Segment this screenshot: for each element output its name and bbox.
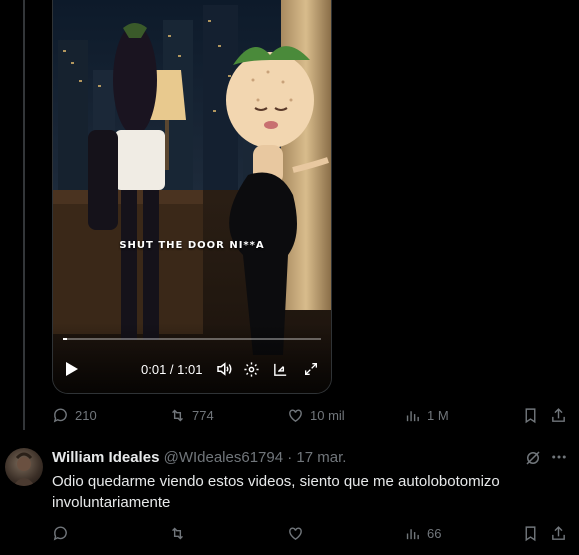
dock-button[interactable] (269, 358, 291, 380)
retweet-icon (172, 527, 183, 539)
post-date[interactable]: 17 mar. (296, 449, 346, 466)
video-time: 0:01 / 1:01 (141, 361, 203, 377)
gear-icon (243, 361, 259, 377)
volume-button[interactable] (213, 358, 235, 380)
retweet-icon (172, 409, 183, 421)
thread-line (23, 0, 25, 430)
retweet-count: 774 (192, 407, 214, 423)
fullscreen-button[interactable] (300, 358, 322, 380)
author-name[interactable]: William Ideales (52, 449, 159, 466)
more-icon (552, 455, 566, 459)
reply-share-button[interactable] (550, 525, 567, 542)
reply-button[interactable]: 210 (52, 407, 97, 424)
bookmark-button[interactable] (522, 407, 539, 424)
like-count: 10 mil (310, 407, 345, 423)
grok-icon (526, 451, 540, 465)
reply-header: William Ideales @WIdeales61794 · 17 mar. (52, 449, 346, 466)
more-options-button[interactable] (550, 448, 568, 471)
reply-retweet-button[interactable] (169, 525, 192, 542)
share-icon (552, 525, 565, 540)
video-player[interactable]: SHUT THE DOOR NI**A 0:01 / 1:01 (52, 0, 332, 394)
views-icon (406, 528, 419, 539)
dock-icon (273, 363, 286, 376)
reply-bookmark-button[interactable] (522, 525, 539, 542)
play-button[interactable] (65, 358, 83, 380)
reply-views-button[interactable]: 66 (404, 525, 441, 542)
settings-button[interactable] (240, 358, 262, 380)
share-icon (552, 407, 565, 422)
video-progress-fill (63, 338, 68, 340)
reply-text: Odio quedarme viendo estos videos, sient… (52, 473, 500, 511)
like-button[interactable]: 10 mil (287, 407, 345, 424)
bookmark-icon (525, 407, 536, 423)
author-handle[interactable]: @WIdeales61794 (164, 449, 283, 466)
separator-dot: · (287, 449, 293, 466)
video-progress-bar[interactable] (63, 338, 321, 340)
reply-icon (53, 526, 67, 540)
reply-like-button[interactable] (287, 525, 310, 542)
tweet-action-bar: 210 774 10 mil 1 M (52, 400, 579, 430)
reply-count: 210 (75, 407, 97, 423)
heart-icon (289, 526, 302, 540)
play-icon (66, 362, 78, 376)
views-button[interactable]: 1 M (404, 407, 449, 424)
views-count: 1 M (427, 407, 449, 423)
reply-action-bar: 66 (52, 518, 579, 548)
grok-button[interactable] (524, 449, 542, 467)
reply-icon (53, 408, 67, 422)
avatar-image (13, 452, 35, 486)
reply-reply-button[interactable] (52, 525, 75, 542)
share-button[interactable] (550, 407, 567, 424)
volume-icon (217, 362, 232, 376)
views-icon (406, 410, 419, 421)
avatar[interactable] (5, 448, 43, 486)
retweet-button[interactable]: 774 (169, 407, 214, 424)
video-subtitle: SHUT THE DOOR NI**A (119, 240, 265, 251)
reply-views-count: 66 (427, 525, 442, 541)
heart-icon (289, 408, 302, 422)
fullscreen-icon (305, 363, 317, 375)
bookmark-icon (525, 525, 536, 541)
